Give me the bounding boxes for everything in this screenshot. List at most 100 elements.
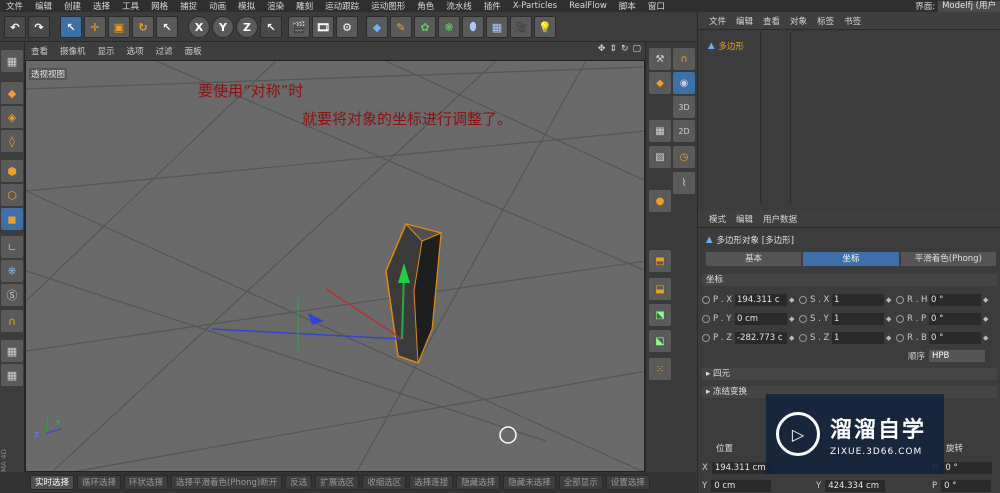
menu-item[interactable]: 流水线: [440, 0, 478, 12]
viewport-menu-item[interactable]: 过滤: [150, 45, 179, 57]
field-value[interactable]: 0 °: [929, 332, 981, 344]
points-tool-icon[interactable]: ⁙: [649, 358, 671, 380]
points-mode-icon[interactable]: ⬢: [1, 160, 23, 182]
selection-tool-button[interactable]: 选择平滑着色(Phong)断开: [171, 475, 283, 490]
menu-item[interactable]: 渲染: [261, 0, 290, 12]
knife-icon[interactable]: ⚒: [649, 48, 671, 70]
perspective-viewport[interactable]: Y Z 透视视图 要使用“对称”时 就要将对象的坐标进行调整了。: [25, 60, 645, 472]
viewport-menu-item[interactable]: 查看: [25, 45, 54, 57]
selection-tool-button[interactable]: 选择连接: [409, 475, 454, 490]
menu-item[interactable]: X-Particles: [507, 1, 563, 11]
tab-coord[interactable]: 坐标: [803, 252, 899, 266]
coord-x-field[interactable]: 194.311 cm: [711, 462, 772, 474]
magnet-icon[interactable]: ∩: [1, 310, 23, 332]
polygons-mode-icon[interactable]: ◼: [1, 208, 23, 230]
spinner-icon[interactable]: ◆: [886, 296, 891, 304]
attr-menu-item[interactable]: 模式: [704, 213, 731, 225]
3d-view-icon[interactable]: 3D: [673, 96, 695, 118]
array-icon[interactable]: ❋: [438, 16, 460, 38]
tweak-mode-icon[interactable]: ⎈: [1, 260, 23, 282]
field-value[interactable]: 194.311 c: [735, 294, 787, 306]
layout-dropdown[interactable]: Modelfj (用户: [938, 0, 1000, 12]
rotate-tool-icon[interactable]: ↻: [132, 16, 154, 38]
zoom-icon[interactable]: ⇕: [609, 44, 617, 54]
extrude-icon[interactable]: ⬒: [649, 250, 671, 272]
floor-icon[interactable]: ▦: [486, 16, 508, 38]
selection-tool-button[interactable]: 隐藏未选择: [503, 475, 556, 490]
selection-tool-button[interactable]: 环状选择: [124, 475, 169, 490]
section-quaternion[interactable]: ▸ 四元: [702, 368, 997, 380]
selection-tool-button[interactable]: 隐藏选择: [456, 475, 501, 490]
weld-icon[interactable]: ⬔: [649, 304, 671, 326]
lock-workplane-icon[interactable]: ▦: [1, 340, 23, 362]
spinner-icon[interactable]: ◆: [983, 315, 988, 323]
camera-icon[interactable]: 🎥: [510, 16, 532, 38]
recent-tool-icon[interactable]: ↖: [156, 16, 178, 38]
object-menu-item[interactable]: 文件: [704, 15, 731, 27]
deformer-icon[interactable]: ⬮: [462, 16, 484, 38]
object-menu-item[interactable]: 查看: [758, 15, 785, 27]
menu-item[interactable]: 雕刻: [290, 0, 319, 12]
workplane-icon[interactable]: ◊: [1, 130, 23, 152]
selection-tool-button[interactable]: 全部显示: [558, 475, 603, 490]
viewport-menu-item[interactable]: 摄像机: [54, 45, 92, 57]
2d-view-icon[interactable]: 2D: [673, 120, 695, 142]
field-value[interactable]: 1: [832, 332, 884, 344]
object-menu-item[interactable]: 对象: [785, 15, 812, 27]
tab-basic[interactable]: 基本: [706, 252, 802, 266]
selection-tool-button[interactable]: 反选: [285, 475, 313, 490]
brush-icon[interactable]: ▨: [649, 146, 671, 168]
render-picture-icon[interactable]: 🎞: [312, 16, 334, 38]
tab-phong[interactable]: 平滑着色(Phong): [900, 252, 996, 266]
animate-dot-icon[interactable]: [702, 296, 710, 304]
spinner-icon[interactable]: ◆: [789, 334, 794, 342]
layout-selector[interactable]: 界面: Modelfj (用户: [915, 0, 1000, 12]
spinner-icon[interactable]: ◆: [789, 296, 794, 304]
object-row[interactable]: ▲ 多边形: [708, 40, 744, 52]
orbit-tool-icon[interactable]: ◷: [673, 146, 695, 168]
menu-item[interactable]: 选择: [87, 0, 116, 12]
magnet-tool-icon[interactable]: ∩: [673, 48, 695, 70]
field-value[interactable]: 0 °: [929, 313, 981, 325]
menu-item[interactable]: 窗口: [642, 0, 671, 12]
animate-dot-icon[interactable]: [702, 334, 710, 342]
coord-p-field[interactable]: 0 °: [941, 480, 992, 492]
object-menu-item[interactable]: 书签: [839, 15, 866, 27]
snap-icon[interactable]: Ⓢ: [1, 284, 23, 306]
object-menu-item[interactable]: 标签: [812, 15, 839, 27]
cube-icon[interactable]: ◆: [366, 16, 388, 38]
stitch-icon[interactable]: ⬕: [649, 330, 671, 352]
field-value[interactable]: 1: [832, 294, 884, 306]
field-value[interactable]: 0 cm: [735, 313, 787, 325]
selection-tool-button[interactable]: 设置选择: [605, 475, 650, 490]
animate-dot-icon[interactable]: [896, 296, 904, 304]
animate-dot-icon[interactable]: [896, 315, 904, 323]
selection-tool-button[interactable]: 循环选择: [77, 475, 122, 490]
animate-dot-icon[interactable]: [702, 315, 710, 323]
maximize-icon[interactable]: ▢: [632, 44, 641, 54]
menu-item[interactable]: 创建: [58, 0, 87, 12]
animate-dot-icon[interactable]: [799, 315, 807, 323]
attr-menu-item[interactable]: 编辑: [731, 213, 758, 225]
menu-item[interactable]: 模拟: [232, 0, 261, 12]
animate-dot-icon[interactable]: [799, 296, 807, 304]
menu-item[interactable]: 运动跟踪: [319, 0, 365, 12]
coord-h-field[interactable]: 0 °: [942, 462, 993, 474]
selection-tool-button[interactable]: 实时选择: [30, 475, 75, 490]
texture-mode-icon[interactable]: ◈: [1, 106, 23, 128]
spinner-icon[interactable]: ◆: [886, 315, 891, 323]
menu-item[interactable]: 插件: [478, 0, 507, 12]
menu-item[interactable]: 脚本: [613, 0, 642, 12]
object-name[interactable]: 多边形: [719, 40, 745, 52]
undo-icon[interactable]: ↶: [4, 16, 26, 38]
grid-view-icon[interactable]: ▦: [649, 120, 671, 142]
bevel-icon[interactable]: ⬓: [649, 278, 671, 300]
light-icon[interactable]: 💡: [534, 16, 556, 38]
scale-tool-icon[interactable]: ▣: [108, 16, 130, 38]
pan-icon[interactable]: ✥: [598, 44, 606, 54]
orbit-icon[interactable]: ↻: [621, 44, 629, 54]
menu-item[interactable]: 角色: [411, 0, 440, 12]
attr-menu-item[interactable]: 用户数据: [758, 213, 802, 225]
subdivision-icon[interactable]: ✿: [414, 16, 436, 38]
move-tool-icon[interactable]: ✛: [84, 16, 106, 38]
